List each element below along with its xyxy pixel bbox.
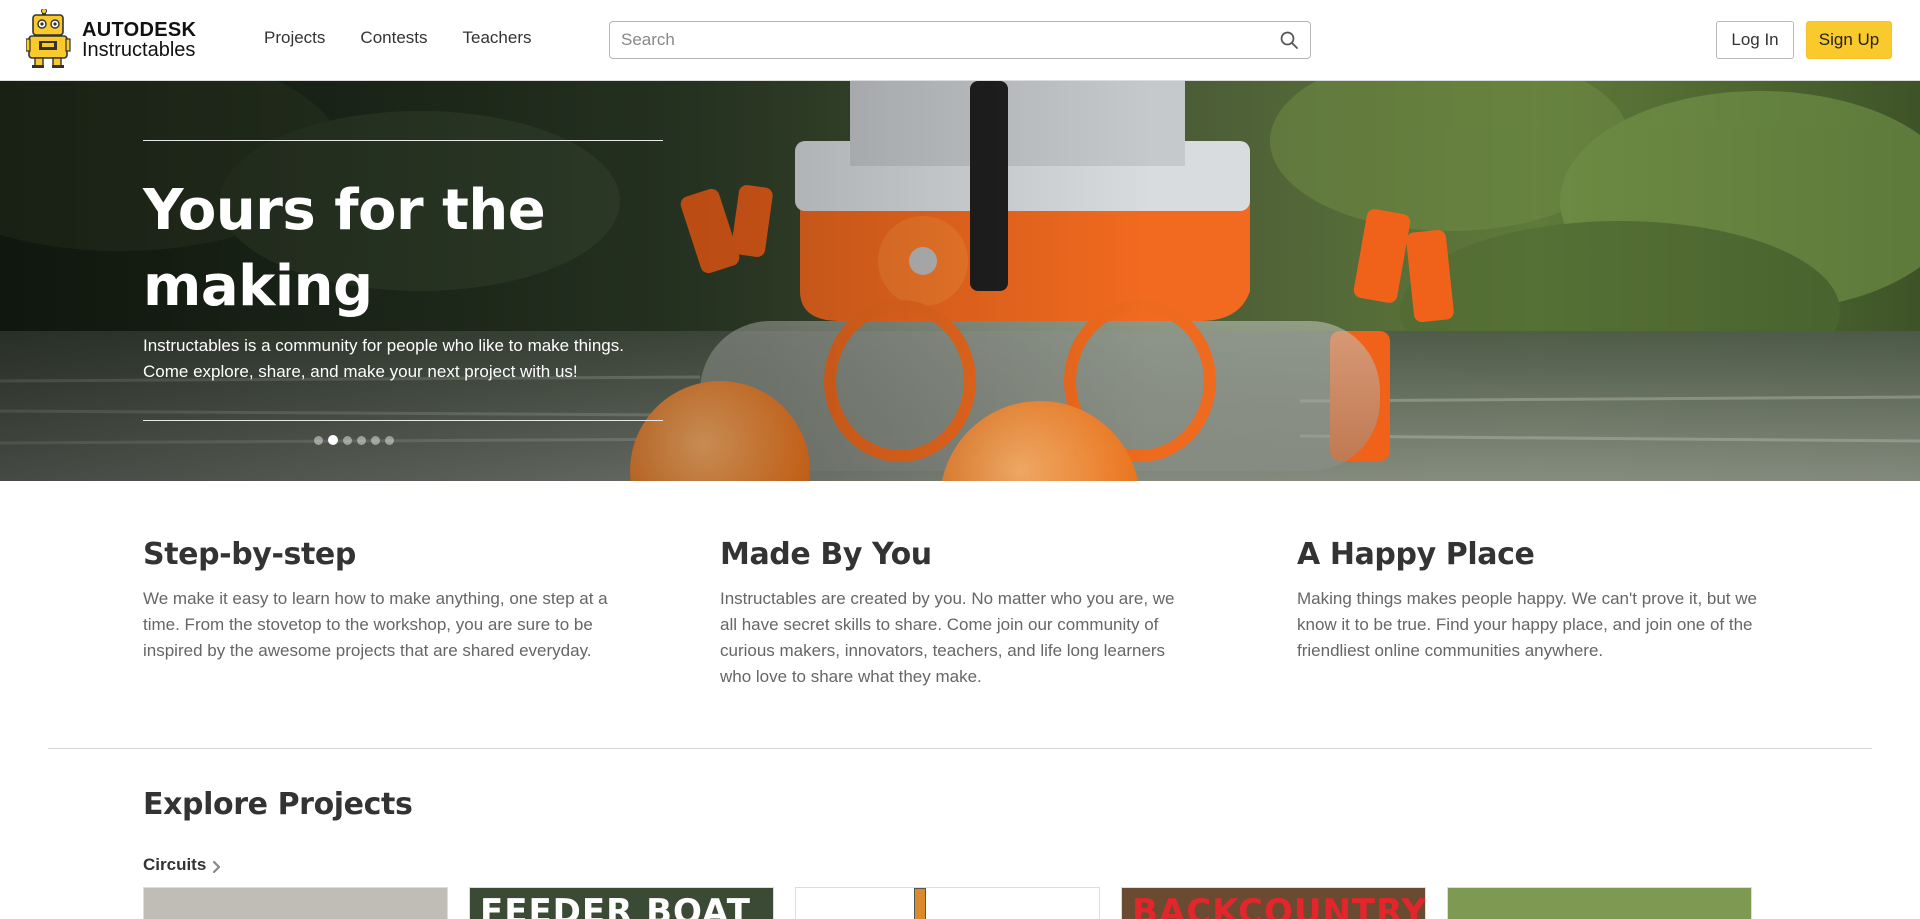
nav-projects[interactable]: Projects (264, 28, 325, 48)
nav-contests[interactable]: Contests (360, 28, 427, 48)
search-box (609, 21, 1311, 59)
project-card[interactable] (795, 887, 1100, 919)
section-divider (48, 748, 1872, 749)
category-label: Circuits (143, 855, 207, 874)
hero-banner: Yours for the making Instructables is a … (0, 81, 1920, 481)
feature-text: We make it easy to learn how to make any… (143, 589, 608, 660)
logo-brand-text: AUTODESK (82, 19, 197, 41)
hero-top-rule (143, 140, 663, 141)
slide-indicator (314, 435, 394, 445)
slide-dot[interactable] (314, 435, 323, 445)
feature-happy-place: A Happy Place Making things makes people… (1297, 533, 1767, 664)
feature-title: Made By You (720, 537, 932, 572)
hero-bottom-rule (143, 420, 663, 421)
slide-dot[interactable] (328, 435, 338, 445)
feature-title: Step-by-step (143, 537, 356, 572)
project-card[interactable] (1447, 887, 1752, 919)
search-icon[interactable] (1279, 30, 1299, 50)
nav-teachers[interactable]: Teachers (463, 28, 532, 48)
instructables-robot-logo (26, 9, 71, 68)
feature-title: A Happy Place (1297, 537, 1535, 572)
project-card-thumbnail (914, 888, 926, 919)
explore-projects-heading: Explore Projects (143, 787, 413, 822)
slide-dot[interactable] (371, 435, 380, 445)
feature-text: Instructables are created by you. No mat… (720, 589, 1175, 686)
project-card-title: BACKCOUNTRY (1132, 892, 1426, 919)
hero-title: Yours for the making (143, 178, 546, 319)
slide-dot[interactable] (357, 435, 366, 445)
main-nav: Projects Contests Teachers (264, 28, 567, 48)
project-card[interactable]: FEEDER BOAT (469, 887, 774, 919)
project-card[interactable] (143, 887, 448, 919)
hero-subtitle: Instructables is a community for people … (143, 336, 624, 381)
login-button[interactable]: Log In (1716, 21, 1794, 59)
project-card-title: FEEDER BOAT (480, 892, 751, 919)
feature-step-by-step: Step-by-step We make it easy to learn ho… (143, 533, 613, 664)
logo-name-text: Instructables (82, 39, 196, 61)
slide-dot[interactable] (385, 435, 394, 445)
feature-text: Making things makes people happy. We can… (1297, 589, 1757, 660)
logo-link[interactable]: AUTODESK Instructables (26, 9, 206, 71)
signup-button[interactable]: Sign Up (1806, 21, 1892, 59)
slide-dot[interactable] (343, 435, 352, 445)
feature-made-by-you: Made By You Instructables are created by… (720, 533, 1190, 690)
search-input[interactable] (610, 22, 1270, 58)
project-card[interactable]: BACKCOUNTRY (1121, 887, 1426, 919)
category-link-circuits[interactable]: Circuits (143, 855, 222, 875)
chevron-right-icon (213, 860, 221, 873)
site-header: AUTODESK Instructables Projects Contests… (0, 0, 1920, 81)
